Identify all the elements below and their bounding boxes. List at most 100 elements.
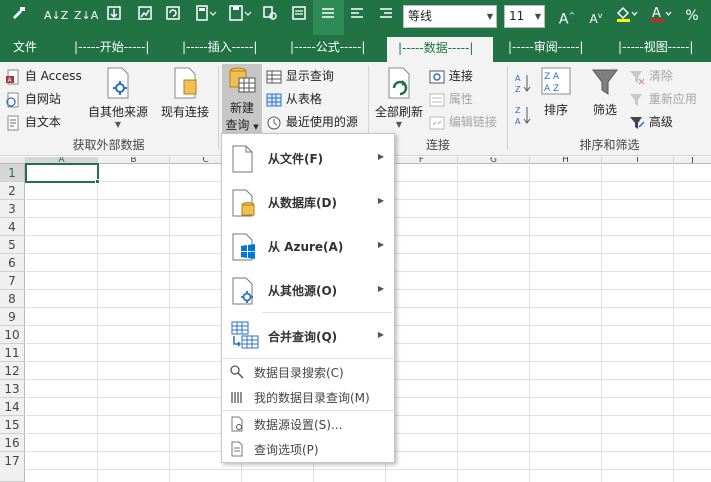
connections-button[interactable]: 连接: [429, 67, 473, 85]
row-header[interactable]: 10: [0, 326, 25, 344]
tab-formulas[interactable]: |-----公式-----|: [290, 35, 365, 62]
show-queries-button[interactable]: 显示查询: [266, 67, 334, 85]
chevron-right-icon: ▶: [377, 284, 384, 293]
column-header[interactable]: G: [458, 157, 530, 164]
row-header[interactable]: 6: [0, 254, 25, 272]
save-icon[interactable]: [225, 5, 255, 27]
menu-item-label: 从文件(F): [268, 152, 324, 166]
percent-style-button[interactable]: %: [682, 5, 702, 27]
filter-button[interactable]: 筛选: [586, 66, 624, 134]
row-header[interactable]: 15: [0, 416, 25, 434]
grid-line: [26, 469, 711, 470]
menu-item-from-other-sources[interactable]: 从其他源(O) ▶: [222, 268, 394, 312]
column-header[interactable]: F: [386, 157, 458, 164]
sort-a-to-z-button[interactable]: AZ: [514, 72, 532, 97]
menu-item-from-file[interactable]: 从文件(F) ▶: [222, 136, 394, 180]
row-header[interactable]: 3: [0, 200, 25, 218]
column-header[interactable]: J: [674, 157, 711, 164]
row-header[interactable]: 4: [0, 218, 25, 236]
tab-insert[interactable]: |-----插入-----|: [182, 35, 257, 62]
from-text-button[interactable]: 自文本: [5, 113, 61, 131]
menu-item-label: 合并查询(Q): [268, 330, 338, 344]
show-queries-icon: [266, 70, 282, 83]
font-name-select[interactable]: 等线 ▼: [403, 5, 497, 28]
sort-a-to-z-icon: AZ: [515, 74, 531, 94]
row-header[interactable]: 8: [0, 290, 25, 308]
menu-item-my-catalog-queries[interactable]: 我的数据目录查询(M): [222, 386, 394, 408]
font-size-select[interactable]: 11 ▼: [504, 5, 545, 28]
from-table-button[interactable]: 从表格: [266, 90, 322, 108]
table-icon: [266, 93, 282, 106]
row-header[interactable]: 1: [0, 164, 25, 182]
row-header[interactable]: 11: [0, 344, 25, 362]
tab-home[interactable]: |-----开始-----|: [74, 35, 149, 62]
text-file-icon: [7, 115, 19, 130]
advanced-filter-label: 高级: [648, 115, 673, 129]
clear-filter-button[interactable]: 清除: [629, 67, 673, 85]
tab-data[interactable]: |-----数据-----|: [387, 35, 493, 62]
row-header[interactable]: 13: [0, 380, 25, 398]
column-header[interactable]: B: [98, 157, 170, 164]
ribbon-tabs: 文件 |-----开始-----| |-----插入-----| |-----公…: [0, 35, 711, 62]
align-center-icon[interactable]: [318, 5, 338, 27]
list-icon[interactable]: [289, 5, 309, 27]
menu-item-label: 从 Azure(A): [268, 240, 344, 254]
row-header[interactable]: 17: [0, 452, 25, 482]
new-query-button[interactable]: 新建 查询 ▼: [222, 64, 262, 134]
row-header[interactable]: 14: [0, 398, 25, 416]
edit-links-button[interactable]: 编辑链接: [429, 113, 497, 131]
freeze-panes-icon[interactable]: [104, 5, 124, 27]
copy-icon[interactable]: [260, 5, 280, 27]
tab-view[interactable]: |-----视图-----|: [618, 35, 693, 62]
selected-cell[interactable]: [25, 163, 99, 183]
calculator-icon[interactable]: [192, 5, 220, 27]
select-all-corner[interactable]: [0, 157, 26, 164]
menu-separator: [222, 358, 394, 359]
sort-descending-icon[interactable]: Z↓A: [74, 5, 98, 27]
refresh-all-button[interactable]: 全部刷新 ▼: [372, 66, 426, 134]
font-color-icon[interactable]: A: [647, 5, 675, 27]
properties-button[interactable]: 属性: [429, 90, 473, 108]
tab-file[interactable]: 文件: [13, 35, 37, 62]
menu-item-query-options[interactable]: 查询选项(P): [222, 438, 394, 460]
fill-handle[interactable]: [95, 179, 100, 184]
menu-item-data-source-settings[interactable]: 数据源设置(S)...: [222, 413, 394, 435]
grow-font-button[interactable]: A^: [556, 5, 578, 28]
menu-item-from-database[interactable]: 从数据库(D) ▶: [222, 180, 394, 224]
row-header[interactable]: 2: [0, 182, 25, 200]
tab-review[interactable]: |-----审阅-----|: [508, 35, 583, 62]
image-icon[interactable]: [135, 5, 155, 27]
new-query-label-line2-text: 查询: [225, 118, 250, 132]
align-right-icon[interactable]: [376, 5, 396, 27]
format-painter-icon[interactable]: [8, 5, 30, 27]
chevron-down-icon: ▼: [253, 123, 259, 131]
fill-color-icon[interactable]: [613, 5, 641, 27]
from-web-button[interactable]: 自网站: [5, 90, 61, 108]
sort-z-to-a-button[interactable]: ZA: [514, 104, 532, 129]
reapply-button[interactable]: 重新应用: [629, 90, 697, 108]
advanced-filter-button[interactable]: 高级: [629, 113, 673, 131]
row-header[interactable]: 5: [0, 236, 25, 254]
row-header[interactable]: 16: [0, 434, 25, 452]
filter-icon: [592, 69, 618, 95]
row-header[interactable]: 12: [0, 362, 25, 380]
column-header[interactable]: H: [530, 157, 602, 164]
align-left-icon[interactable]: [347, 5, 367, 27]
existing-connections-button[interactable]: 现有连接: [157, 66, 213, 134]
shrink-font-button[interactable]: Av: [585, 5, 607, 27]
sort-ascending-icon[interactable]: A↓Z: [44, 5, 68, 27]
recent-sources-button[interactable]: 最近使用的源: [266, 113, 358, 131]
row-header[interactable]: 7: [0, 272, 25, 290]
row-header[interactable]: 9: [0, 308, 25, 326]
grid-line: [529, 165, 530, 482]
other-sources-button[interactable]: 自其他来源 ▼: [86, 66, 150, 134]
catalog-search-icon: [230, 365, 244, 379]
sort-button[interactable]: Z A A Z 排序: [538, 66, 574, 134]
from-access-button[interactable]: A 自 Access: [5, 67, 82, 85]
refresh-table-icon[interactable]: [163, 5, 183, 27]
menu-item-combine-queries[interactable]: 合并查询(Q) ▶: [222, 314, 394, 358]
column-header[interactable]: I: [602, 157, 674, 164]
menu-item-from-azure[interactable]: 从 Azure(A) ▶: [222, 224, 394, 268]
connections-label: 连接: [448, 69, 473, 83]
menu-item-catalog-search[interactable]: 数据目录搜索(C): [222, 361, 394, 383]
